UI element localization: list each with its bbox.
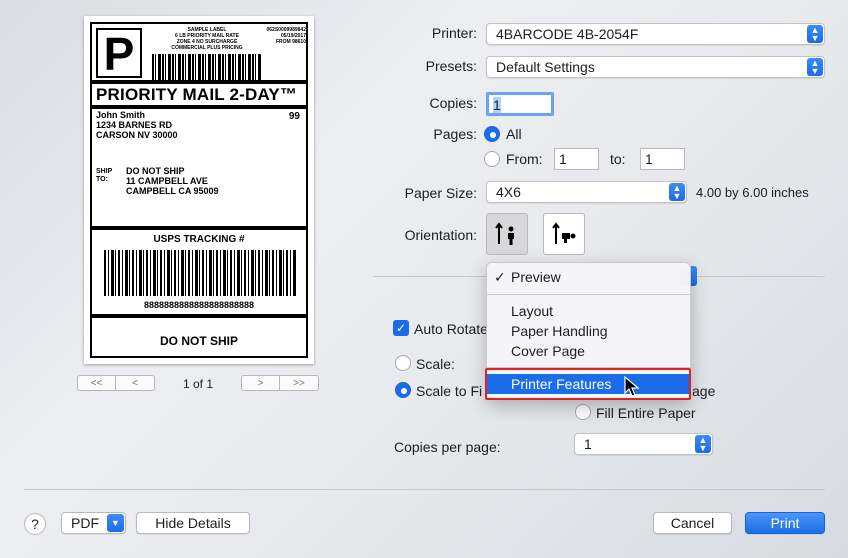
mouse-cursor-icon xyxy=(624,376,640,397)
chevron-updown-icon: ▲ ▼ xyxy=(695,435,711,453)
fill-entire-paper-label: Fill Entire Paper xyxy=(596,405,696,421)
copies-input[interactable]: 1 xyxy=(486,92,554,116)
tracking-number: 8888888888888888888888 xyxy=(143,300,255,310)
scale-to-fit-radio[interactable] xyxy=(395,382,411,398)
2d-barcode xyxy=(152,54,262,80)
to-address: DO NOT SHIP 11 CAMPBELL AVE CAMPBELL CA … xyxy=(126,166,219,196)
printer-select[interactable]: 4BARCODE 4B-2054F ▲ ▼ xyxy=(486,23,825,45)
presets-select[interactable]: Default Settings ▲ ▼ xyxy=(486,56,825,78)
pages-to-input[interactable]: 1 xyxy=(640,148,685,170)
portrait-button[interactable] xyxy=(486,213,528,255)
checkmark-icon: ✓ xyxy=(494,269,506,285)
next-page-button[interactable]: > xyxy=(241,375,280,391)
pages-from-label: From: xyxy=(506,151,543,167)
auto-rotate-checkbox[interactable]: ✓ xyxy=(393,320,409,336)
paper-size-description: 4.00 by 6.00 inches xyxy=(696,185,809,200)
paper-size-value: 4X6 xyxy=(496,184,521,200)
label-code: 062S0009989842 05/19/2017 FROM 98610 xyxy=(266,27,307,45)
pages-all-radio[interactable] xyxy=(484,126,500,142)
chevron-down-icon: ▼ xyxy=(107,514,124,532)
printer-value: 4BARCODE 4B-2054F xyxy=(496,26,639,42)
copies-value: 1 xyxy=(493,97,501,113)
print-preview: P SAMPLE LABEL 6 LB PRIORITY MAIL RATE Z… xyxy=(84,16,314,364)
menu-item-preview[interactable]: ✓ Preview xyxy=(487,267,690,287)
scale-radio[interactable] xyxy=(395,355,411,371)
presets-label: Presets: xyxy=(425,58,477,74)
landscape-button[interactable] xyxy=(543,213,585,255)
chevron-updown-icon: ▲ ▼ xyxy=(669,183,685,201)
help-button[interactable]: ? xyxy=(24,513,46,535)
hide-details-button[interactable]: Hide Details xyxy=(136,512,250,534)
pages-from-radio[interactable] xyxy=(484,151,500,167)
prev-page-button[interactable]: < xyxy=(116,375,155,391)
tracking-title: USPS TRACKING # xyxy=(153,234,245,245)
printer-label: Printer: xyxy=(431,25,477,41)
pages-label: Pages: xyxy=(433,126,477,142)
menu-item-layout[interactable]: Layout xyxy=(487,301,690,321)
last-page-button[interactable]: >> xyxy=(280,375,319,391)
cancel-button[interactable]: Cancel xyxy=(653,512,732,534)
fill-entire-paper-radio[interactable] xyxy=(575,404,591,420)
pdf-button[interactable]: PDF ▼ xyxy=(61,512,126,534)
pdf-label: PDF xyxy=(71,515,99,531)
first-page-button[interactable]: << xyxy=(77,375,116,391)
page-indicator: 1 of 1 xyxy=(182,377,214,391)
menu-item-cover-page[interactable]: Cover Page xyxy=(487,341,690,361)
chevron-updown-icon: ▲ ▼ xyxy=(807,25,823,43)
footer-text: DO NOT SHIP xyxy=(159,334,238,348)
ship-to-label: SHIP TO: xyxy=(96,168,113,183)
priority-letter: P xyxy=(96,28,142,78)
print-button[interactable]: Print xyxy=(745,512,825,534)
pages-from-input[interactable]: 1 xyxy=(554,148,599,170)
paper-size-label: Paper Size: xyxy=(404,185,477,201)
zone-number: 99 xyxy=(288,111,300,122)
copies-per-page-value: 1 xyxy=(584,436,592,452)
scale-to-fit-tail: age xyxy=(692,383,716,399)
highlight-box xyxy=(485,368,691,400)
copies-label: Copies: xyxy=(429,95,477,111)
from-address: John Smith 1234 BARNES RD CARSON NV 3000… xyxy=(96,110,178,140)
menu-item-paper-handling[interactable]: Paper Handling xyxy=(487,321,690,341)
shipping-label: P SAMPLE LABEL 6 LB PRIORITY MAIL RATE Z… xyxy=(90,22,308,358)
landscape-icon xyxy=(552,222,576,244)
sample-text: SAMPLE LABEL 6 LB PRIORITY MAIL RATE ZON… xyxy=(171,27,243,51)
scale-label: Scale: xyxy=(416,356,455,372)
orientation-label: Orientation: xyxy=(404,227,477,243)
pages-to-label: to: xyxy=(610,151,626,167)
paper-size-select[interactable]: 4X6 ▲ ▼ xyxy=(486,181,687,203)
pager-right: > >> xyxy=(241,375,319,391)
chevron-updown-icon: ▲ ▼ xyxy=(807,58,823,76)
scale-to-fit-label: Scale to Fi xyxy=(416,383,483,399)
copies-per-page-select[interactable]: 1 ▲ ▼ xyxy=(574,433,713,455)
presets-value: Default Settings xyxy=(496,59,595,75)
pages-all-label: All xyxy=(506,126,522,142)
tracking-barcode xyxy=(104,250,296,296)
copies-per-page-label: Copies per page: xyxy=(394,439,501,455)
pager-left: << < xyxy=(77,375,155,391)
service-name: PRIORITY MAIL 2-DAY™ xyxy=(96,85,298,104)
auto-rotate-label: Auto Rotate xyxy=(414,321,488,337)
portrait-icon xyxy=(495,222,514,245)
